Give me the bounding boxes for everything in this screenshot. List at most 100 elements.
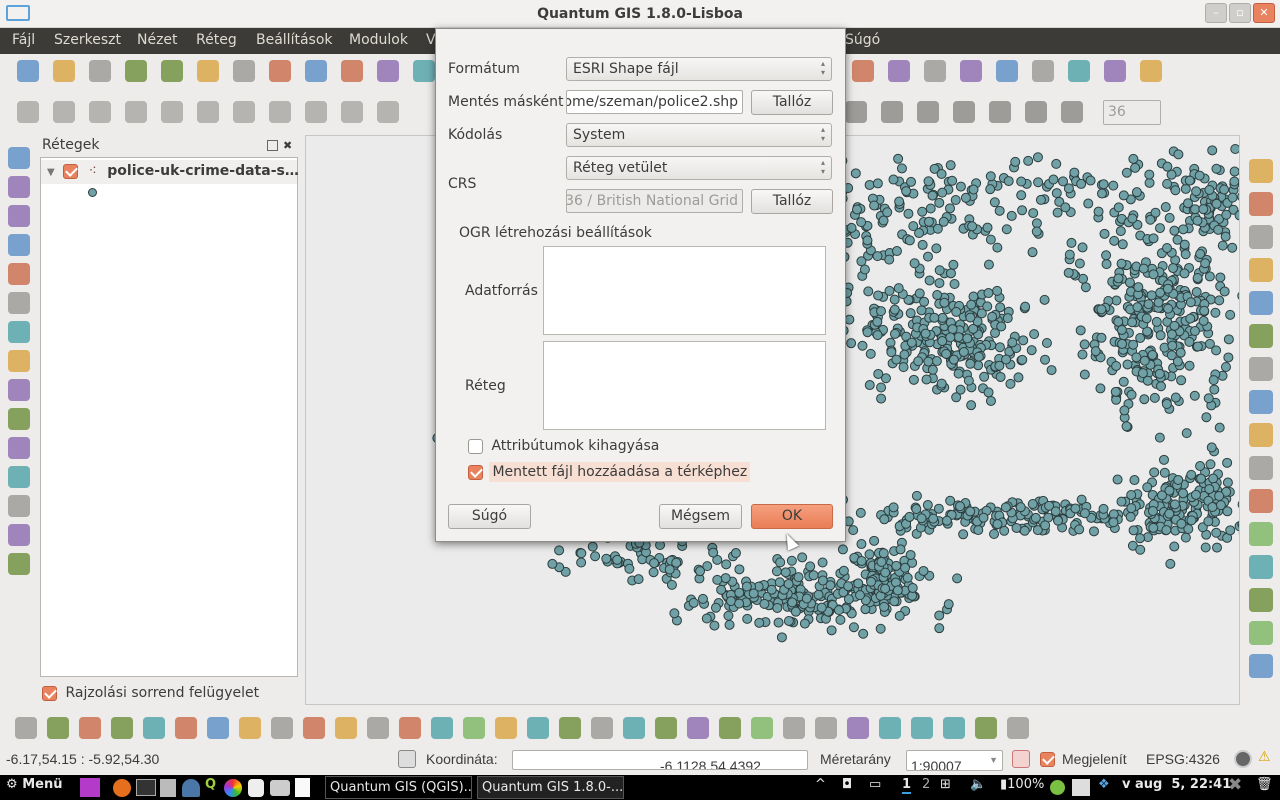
new-project-icon[interactable] [17,60,39,82]
close-tray-icon[interactable]: ✖ [1228,775,1242,795]
simplify-icon[interactable] [845,101,867,123]
pencil-icon[interactable] [783,717,805,739]
geometry-tools-icon[interactable] [15,717,37,739]
add-part-icon[interactable] [917,101,939,123]
zoom-layer-icon[interactable] [8,321,30,343]
zoom-next-icon[interactable] [8,408,30,430]
scale-combo[interactable]: 1:90007 ▼ [906,750,1003,771]
volume-icon[interactable]: 🔈 [970,777,986,792]
sync-icon[interactable] [719,717,741,739]
add-layer-icon[interactable] [1249,522,1273,546]
remove-layer-icon[interactable] [1249,225,1273,249]
chart-icon[interactable] [623,717,645,739]
clock[interactable]: v aug 5, 22:41 [1122,777,1231,792]
battery-indicator[interactable]: ▮100% [1000,777,1044,792]
leaf-icon[interactable] [591,717,613,739]
add-to-map-checkbox[interactable] [468,464,483,480]
paste-features-icon[interactable] [305,101,327,123]
delete-selected-icon[interactable] [197,101,219,123]
more-icon[interactable] [1249,654,1273,678]
scatter-icon[interactable] [1007,717,1029,739]
toggle-editing-icon[interactable] [17,101,39,123]
add-ring-icon[interactable] [881,101,903,123]
encoding-combo[interactable]: System [566,123,832,147]
minimize-button[interactable]: – [1205,3,1227,23]
start-menu[interactable]: ⚙ Menü [6,777,62,792]
globe-icon[interactable] [413,60,435,82]
cancel-button[interactable]: Mégsem [659,504,742,529]
camera-icon[interactable] [270,780,290,796]
firefox-icon[interactable] [113,779,131,797]
measure-icon[interactable] [852,60,874,82]
georeferencer-icon[interactable] [1249,324,1273,348]
ogr-converter-icon[interactable] [1140,60,1162,82]
show-bookmarks-icon[interactable] [960,60,982,82]
help-book-icon[interactable] [1032,60,1054,82]
browse-file-button[interactable]: Tallóz [751,90,833,115]
maximize-button[interactable]: ▫ [1229,3,1251,23]
gps-icon[interactable] [943,717,965,739]
workspace-2[interactable]: 2 [922,777,930,792]
photo-icon[interactable] [879,717,901,739]
dna-icon[interactable] [431,717,453,739]
datasource-options-textarea[interactable] [543,246,826,335]
tray-up-arrow-icon[interactable]: ^ [815,777,826,792]
db-manager-icon[interactable] [1104,60,1126,82]
pan-to-selection-icon[interactable] [8,176,30,198]
zoom-full-icon[interactable] [8,292,30,314]
document-icon[interactable] [295,778,310,797]
add-wms-icon[interactable] [377,60,399,82]
zoom-out-icon[interactable] [8,234,30,256]
display-icon[interactable]: ▭ [869,777,881,792]
composer-manager-icon[interactable] [197,60,219,82]
trash-icon[interactable]: 🗑 [1256,777,1273,792]
text-annotation-icon[interactable] [996,60,1018,82]
label-icon[interactable] [8,466,30,488]
search-icon[interactable] [495,717,517,739]
reshape-icon[interactable] [1025,101,1047,123]
delete-part-icon[interactable] [989,101,1011,123]
open-project-icon[interactable] [53,60,75,82]
change-label-icon[interactable] [8,553,30,575]
book-icon[interactable] [687,717,709,739]
projection-icon[interactable] [1234,750,1252,768]
add-wfs-icon[interactable] [1249,291,1273,315]
r-icon[interactable] [559,717,581,739]
rotation-spinbox[interactable]: 36 [1103,100,1161,125]
mosaic-icon[interactable] [655,717,677,739]
merge-icon[interactable] [1249,489,1273,513]
stop-render-icon[interactable] [1012,750,1030,768]
road-icon[interactable] [911,717,933,739]
format-combo[interactable]: ESRI Shape fájl [566,57,832,81]
coordinate-toggle-icon[interactable] [398,750,416,768]
delete-ring-icon[interactable] [953,101,975,123]
menu-help[interactable]: Súgó [845,32,880,48]
globe-icon[interactable] [79,717,101,739]
add-vector-layer-icon[interactable] [233,60,255,82]
crs-combo[interactable]: Réteg vetület [566,156,832,180]
map-tips-icon[interactable] [888,60,910,82]
taskbar-window-qgis[interactable]: Quantum GIS 1.8.0-... [477,776,624,799]
whats-this-icon[interactable] [1068,60,1090,82]
info-icon[interactable] [1249,555,1273,579]
player-icon[interactable] [248,779,264,797]
render-order-control[interactable]: Rajzolási sorrend felügyelet [42,685,259,701]
raster-terrain-icon[interactable] [239,717,261,739]
sum-icon[interactable] [335,717,357,739]
table-icon[interactable] [1249,456,1273,480]
layers-icon[interactable] [463,717,485,739]
statistics-icon[interactable] [175,717,197,739]
crs-status[interactable]: EPSG:4326 [1146,751,1220,767]
screenshot-icon[interactable]: ◘ [842,777,852,792]
skip-attributes-option[interactable]: Attribútumok kihagyása [468,438,659,454]
refresh-icon[interactable] [8,437,30,459]
copy-features-icon[interactable] [269,101,291,123]
new-bookmark-icon[interactable] [924,60,946,82]
menu-plugins[interactable]: Modulok [349,32,408,48]
grid-icon[interactable] [143,717,165,739]
table-manager-icon[interactable] [207,717,229,739]
histogram-icon[interactable] [47,717,69,739]
dropbox-icon[interactable]: ❖ [1098,777,1110,792]
node-icon[interactable] [975,717,997,739]
graph-icon[interactable] [815,717,837,739]
